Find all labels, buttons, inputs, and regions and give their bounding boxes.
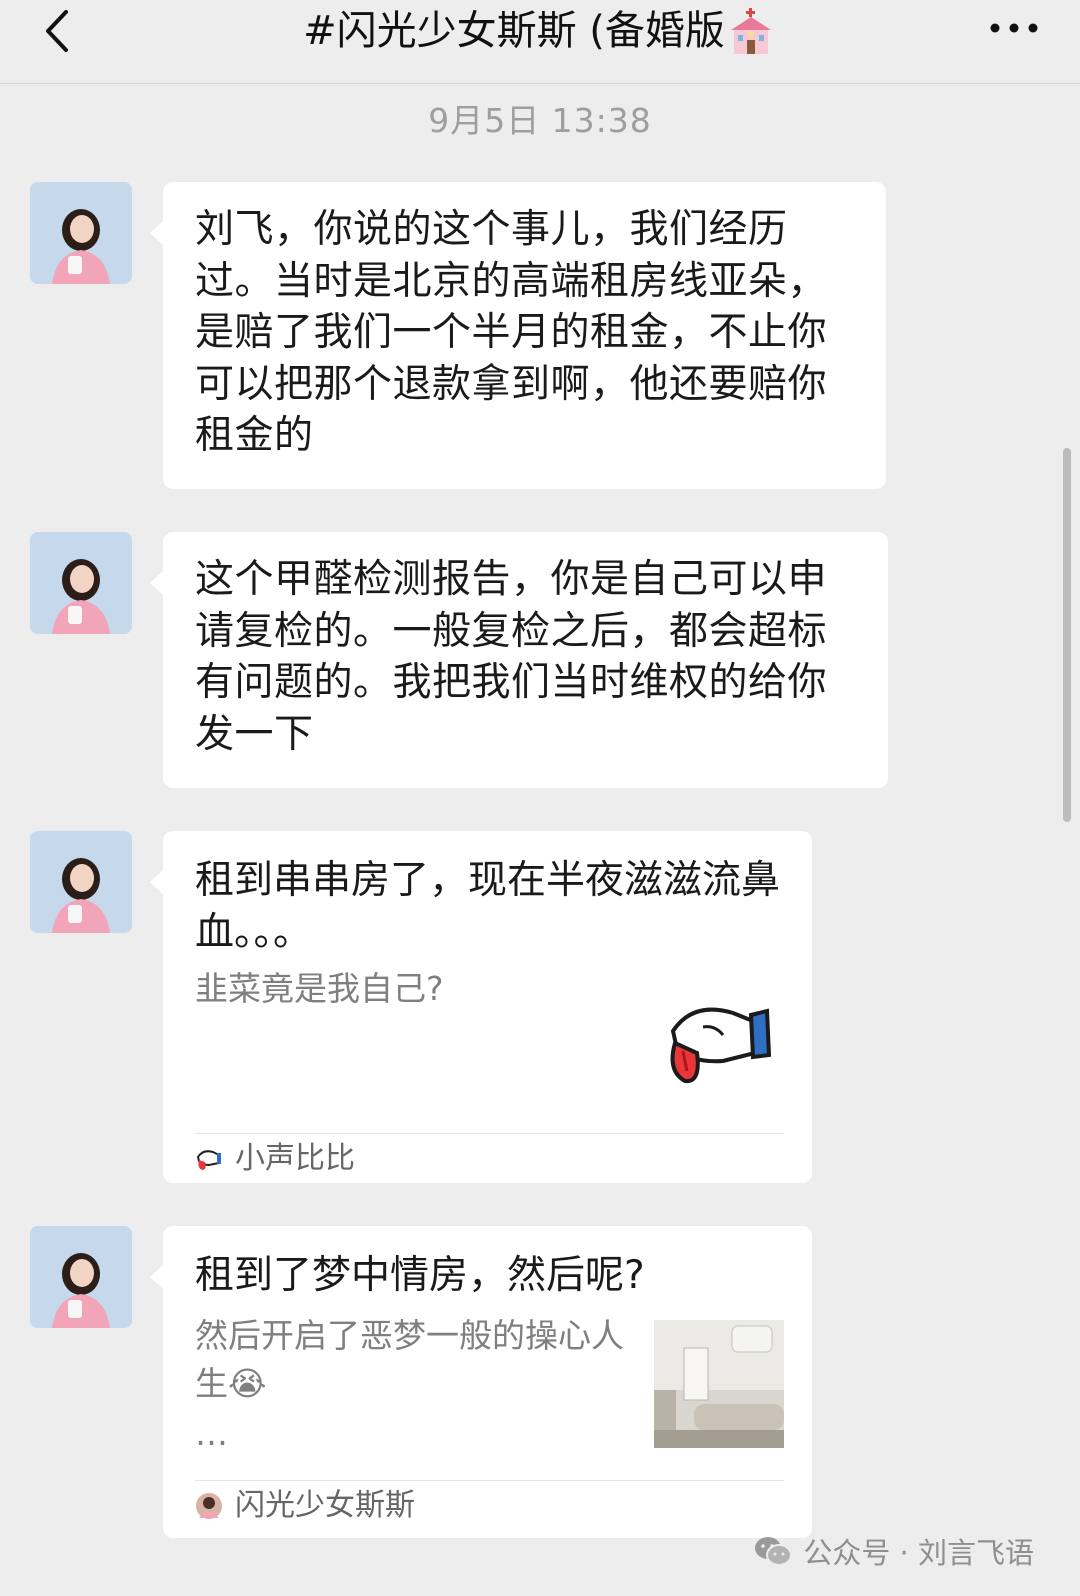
chat-header: #闪光少女斯斯 (备婚版 bbox=[0, 0, 1080, 84]
article-source-name: 小声比比 bbox=[235, 1141, 355, 1176]
apartment-photo bbox=[654, 1320, 784, 1448]
sender-avatar[interactable] bbox=[30, 182, 132, 284]
sender-avatar[interactable] bbox=[30, 1226, 132, 1328]
avatar-photo bbox=[30, 1226, 132, 1328]
sender-avatar[interactable] bbox=[30, 532, 132, 634]
avatar-photo bbox=[30, 532, 132, 634]
wedding-chapel-icon bbox=[730, 8, 771, 54]
chat-title-text: #闪光少女斯斯 (备婚版 bbox=[303, 8, 725, 54]
message-text: 这个甲醛检测报告，你是自己可以申请复检的。一般复检之后，都会超标有问题的。我把我… bbox=[195, 557, 828, 757]
card-divider bbox=[195, 1480, 784, 1481]
article-title: 租到串串房了，现在半夜滋滋流鼻血。。。 bbox=[195, 858, 781, 955]
watermark: 公众号 · 刘言飞语 bbox=[753, 1530, 1034, 1572]
article-source[interactable]: 闪光少女斯斯 bbox=[195, 1486, 415, 1526]
article-description: 然后开启了恶梦一般的操心人生😭 bbox=[195, 1316, 624, 1403]
message-bubble[interactable]: 这个甲醛检测报告，你是自己可以申请复检的。一般复检之后，都会超标有问题的。我把我… bbox=[150, 532, 888, 788]
message-bubble[interactable]: 刘飞，你说的这个事儿，我们经历过。当时是北京的高端租房线亚朵，是赔了我们一个半月… bbox=[150, 182, 886, 489]
article-description: 韭菜竟是我自己? bbox=[195, 969, 444, 1008]
chat-timestamp: 9月5日 13:38 bbox=[428, 101, 652, 140]
article-source-name: 闪光少女斯斯 bbox=[235, 1488, 415, 1523]
scrollbar[interactable] bbox=[1063, 448, 1071, 822]
article-title: 租到了梦中情房，然后呢? bbox=[195, 1253, 645, 1298]
article-card[interactable]: 租到串串房了，现在半夜滋滋流鼻血。。。 韭菜竟是我自己? 小声比比 bbox=[150, 831, 812, 1183]
avatar-small-icon bbox=[196, 1493, 222, 1519]
wechat-icon bbox=[755, 1537, 793, 1566]
tongue-cartoon-icon bbox=[670, 1007, 772, 1084]
sender-avatar[interactable] bbox=[30, 831, 132, 933]
more-dots-icon[interactable] bbox=[988, 16, 1040, 40]
bibi-logo-icon bbox=[196, 1150, 221, 1170]
chevron-left-icon[interactable] bbox=[36, 4, 80, 58]
card-divider bbox=[195, 1133, 784, 1134]
avatar-photo bbox=[30, 831, 132, 933]
watermark-text: 公众号 · 刘言飞语 bbox=[803, 1536, 1034, 1570]
article-card[interactable]: 租到了梦中情房，然后呢? 然后开启了恶梦一般的操心人生😭 … 闪光少女斯斯 bbox=[150, 1226, 812, 1538]
avatar-photo bbox=[30, 182, 132, 284]
article-source[interactable]: 小声比比 bbox=[195, 1139, 355, 1179]
article-ellipsis: … bbox=[195, 1414, 228, 1453]
message-text: 刘飞，你说的这个事儿，我们经历过。当时是北京的高端租房线亚朵，是赔了我们一个半月… bbox=[195, 207, 828, 458]
chat-title: #闪光少女斯斯 (备婚版 bbox=[160, 6, 920, 56]
